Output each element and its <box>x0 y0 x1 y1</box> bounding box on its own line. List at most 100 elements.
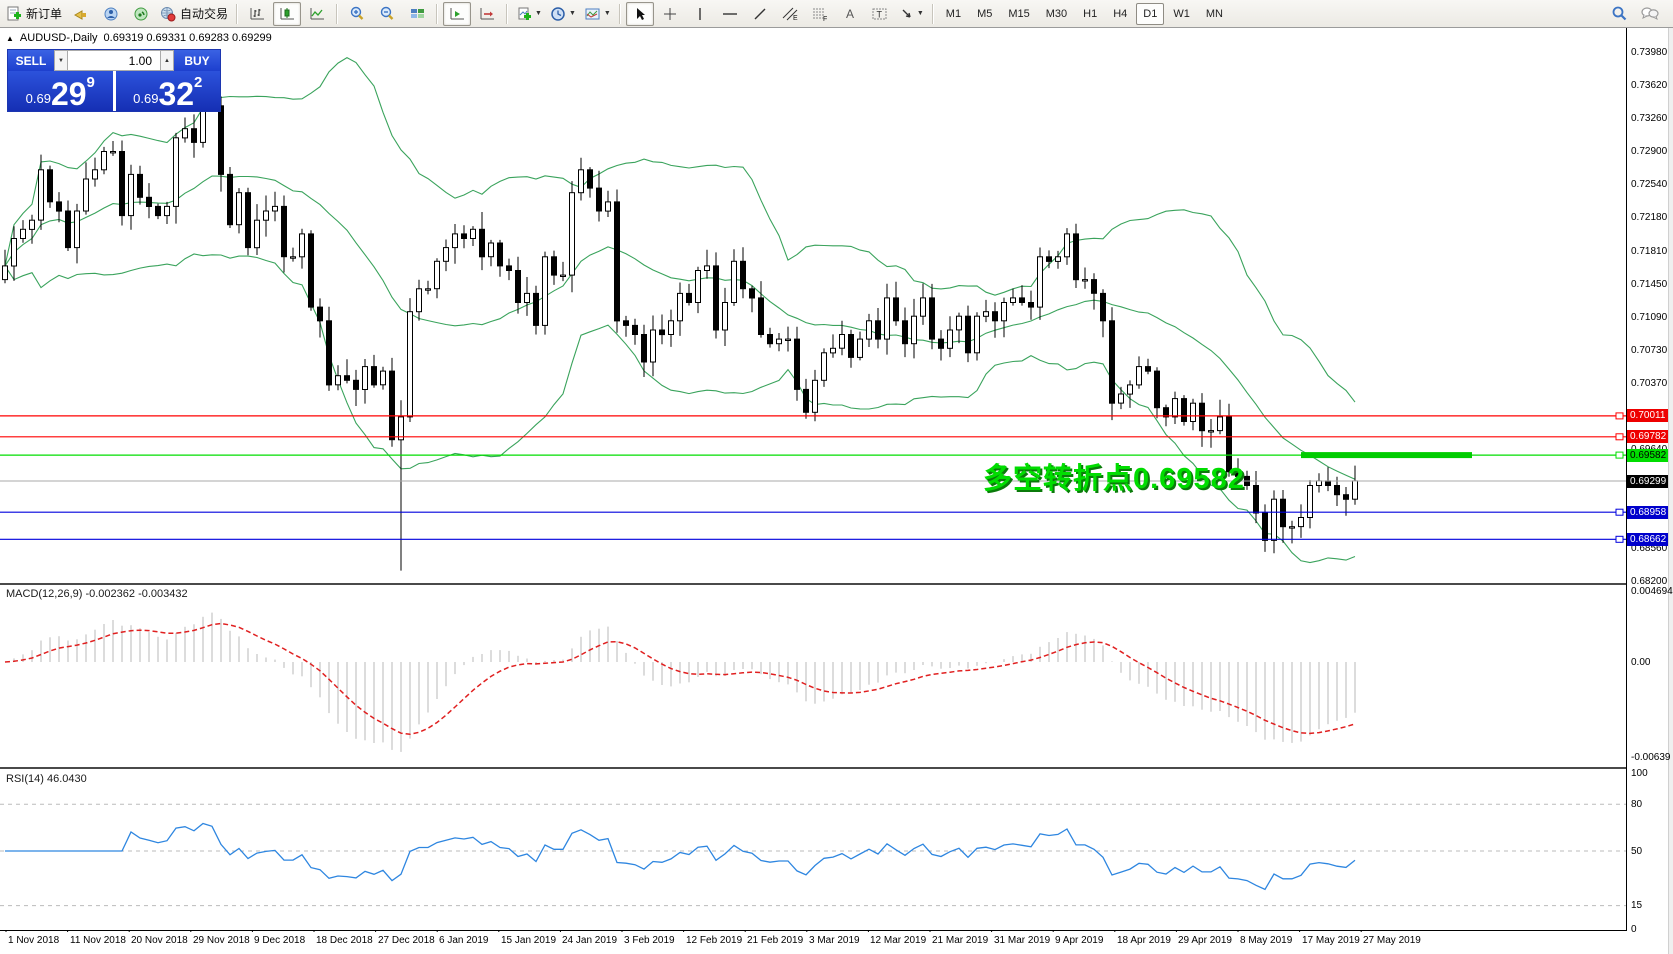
date-axis-label: 18 Apr 2019 <box>1117 935 1171 946</box>
chevron-down-icon: ▼ <box>568 10 576 17</box>
line-chart-icon <box>310 7 324 19</box>
volume-input[interactable]: 1.00 <box>68 50 160 71</box>
timeframe-button-m5[interactable]: M5 <box>970 3 999 25</box>
sell-price-box[interactable]: 0.69 29 9 <box>8 71 113 111</box>
date-axis-label: 17 May 2019 <box>1302 935 1360 946</box>
price-axis-label: 0.71810 <box>1631 246 1668 257</box>
timeframe-button-h4[interactable]: H4 <box>1106 3 1134 25</box>
text-button[interactable]: A <box>836 2 864 26</box>
arrow-tools-button[interactable]: ▼ <box>896 2 927 26</box>
price-level-tag: 0.69782 <box>1627 430 1668 443</box>
buy-button[interactable]: BUY <box>174 50 220 71</box>
auto-scroll-icon <box>450 7 464 19</box>
chart-canvas[interactable] <box>0 0 1673 954</box>
periods-button[interactable]: ▼ <box>547 2 579 26</box>
equidistant-channel-button[interactable]: E <box>776 2 804 26</box>
timeframe-button-m15[interactable]: M15 <box>1001 3 1036 25</box>
price-axis-label: 0.73980 <box>1631 47 1668 58</box>
line-chart-button[interactable] <box>303 2 331 26</box>
tile-windows-button[interactable] <box>403 2 431 26</box>
date-axis-label: 15 Jan 2019 <box>501 935 557 946</box>
new-order-icon <box>7 6 21 20</box>
macd-axis-label: -0.00639 <box>1631 752 1671 763</box>
search-button[interactable] <box>1606 2 1634 26</box>
horizontal-line-button[interactable] <box>716 2 744 26</box>
timeframe-button-w1[interactable]: W1 <box>1166 3 1197 25</box>
price-axis-label: 0.73260 <box>1631 113 1668 124</box>
template-icon <box>585 8 600 19</box>
timeframe-button-m30[interactable]: M30 <box>1039 3 1074 25</box>
community-button[interactable] <box>97 2 125 26</box>
megaphone-icon <box>74 9 87 20</box>
search-icon <box>1612 6 1627 21</box>
vertical-line-button[interactable] <box>686 2 714 26</box>
zoom-in-icon <box>350 6 363 20</box>
market-watch-button[interactable] <box>67 2 95 26</box>
new-order-label: 新订单 <box>26 7 63 21</box>
cursor-button[interactable] <box>625 1 654 26</box>
auto-scroll-button[interactable] <box>443 1 472 26</box>
date-axis-label: 21 Feb 2019 <box>747 935 804 946</box>
price-axis-label: 0.70370 <box>1631 378 1668 389</box>
timeframe-button-h1[interactable]: H1 <box>1076 3 1104 25</box>
signals-icon <box>134 7 148 20</box>
zoom-in-button[interactable] <box>343 2 371 26</box>
collapse-panel-icon[interactable]: ▲ <box>6 34 14 43</box>
tile-windows-icon <box>410 8 424 18</box>
timeframe-button-mn[interactable]: MN <box>1199 3 1230 25</box>
volume-up-button[interactable]: ▲ <box>160 50 174 71</box>
autotrading-button[interactable]: 自动交易 <box>157 2 231 26</box>
date-axis-label: 3 Feb 2019 <box>624 935 675 946</box>
timeframe-button-d1[interactable]: D1 <box>1136 2 1165 25</box>
date-axis-label: 6 Jan 2019 <box>439 935 489 946</box>
vertical-line-icon <box>699 7 701 20</box>
signals-button[interactable] <box>127 2 155 26</box>
text-label-button[interactable]: T <box>866 2 894 26</box>
text-label-icon: T <box>872 8 887 19</box>
crosshair-icon <box>663 7 676 20</box>
date-axis-label: 21 Mar 2019 <box>932 935 989 946</box>
fibonacci-button[interactable]: F <box>806 2 834 26</box>
date-axis-label: 1 Nov 2018 <box>8 935 60 946</box>
chat-button[interactable] <box>1636 2 1664 26</box>
bar-chart-button[interactable] <box>243 2 271 26</box>
timeframe-toolbar: M1 M5 M15 M30 H1 H4 D1 W1 MN <box>938 2 1231 25</box>
price-axis[interactable]: 0.73980 0.73620 0.73260 0.72900 0.72540 0.721… <box>1627 28 1673 954</box>
date-axis-label: 29 Apr 2019 <box>1178 935 1232 946</box>
svg-text:T: T <box>876 9 882 19</box>
sell-button[interactable]: SELL <box>8 50 54 71</box>
date-axis-label: 31 Mar 2019 <box>994 935 1051 946</box>
new-chart-button[interactable]: ▼ <box>513 2 545 26</box>
trendline-button[interactable] <box>746 2 774 26</box>
date-axis[interactable]: 1 Nov 2018 11 Nov 2018 20 Nov 2018 29 Nov 2… <box>0 932 1627 954</box>
cursor-icon <box>636 7 645 20</box>
date-axis-label: 9 Apr 2019 <box>1055 935 1104 946</box>
price-axis-label: 0.70730 <box>1631 345 1668 356</box>
trendline-icon <box>754 8 766 19</box>
toolbar-right <box>1605 2 1665 26</box>
new-chart-icon <box>518 7 532 20</box>
autotrading-label: 自动交易 <box>180 7 229 21</box>
chart-ohlc-values: 0.69319 0.69331 0.69283 0.69299 <box>103 32 272 44</box>
chart-shift-button[interactable] <box>473 2 501 26</box>
equidistant-channel-icon: E <box>782 7 798 22</box>
templates-button[interactable]: ▼ <box>581 2 614 26</box>
price-axis-label: 0.73620 <box>1631 80 1668 91</box>
arrow-tools-icon <box>902 9 911 18</box>
buy-price-box[interactable]: 0.69 32 2 <box>115 71 220 111</box>
crosshair-button[interactable] <box>656 2 684 26</box>
timeframe-button-m1[interactable]: M1 <box>939 3 968 25</box>
date-axis-label: 20 Nov 2018 <box>131 935 188 946</box>
candlestick-chart-button[interactable] <box>273 1 302 26</box>
zoom-out-button[interactable] <box>373 2 401 26</box>
sell-price-prefix: 0.69 <box>25 91 51 106</box>
new-order-button[interactable]: 新订单 <box>3 2 65 26</box>
chevron-down-icon: ▼ <box>535 10 542 17</box>
buy-price-pipette: 2 <box>194 74 203 91</box>
macd-axis-label: 0.00 <box>1631 657 1651 668</box>
svg-text:E: E <box>793 15 798 22</box>
price-axis-label: 0.71090 <box>1631 312 1668 323</box>
volume-down-button[interactable]: ▼ <box>54 50 68 71</box>
macd-axis-label: 0.004694 <box>1631 586 1673 597</box>
chart-annotation-text[interactable]: 多空转折点0.69582 <box>983 455 1245 497</box>
